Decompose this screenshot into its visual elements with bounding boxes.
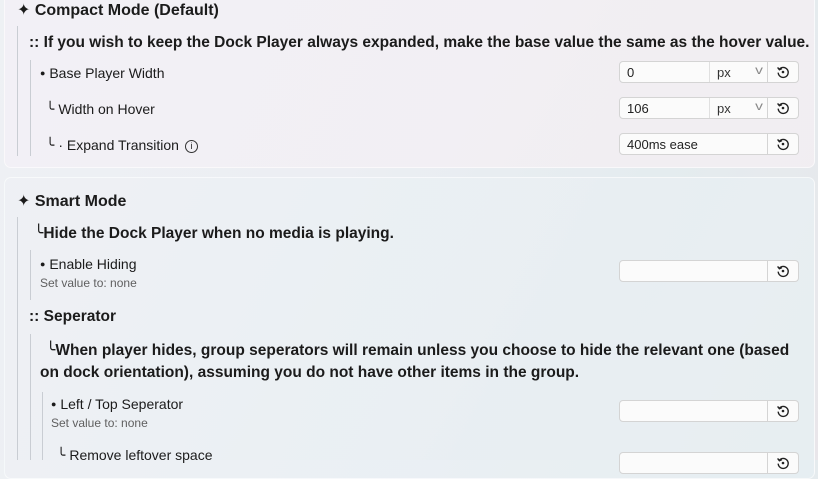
width-on-hover-input[interactable]: 106 px v — [619, 97, 768, 119]
enable-hiding-hint: Set value to: none — [40, 276, 137, 290]
expand-transition-input[interactable]: 400ms ease — [619, 133, 768, 155]
base-player-width-label: ● Base Player Width — [40, 65, 165, 81]
chevron-down-icon: v — [755, 99, 763, 113]
enable-hiding-input[interactable] — [619, 260, 768, 282]
tree-line — [42, 392, 43, 460]
info-icon[interactable]: i — [184, 140, 198, 153]
left-top-separator-input[interactable] — [619, 400, 768, 422]
chevron-down-icon: v — [755, 63, 763, 77]
left-top-separator-hint: Set value to: none — [51, 416, 148, 430]
reset-icon — [777, 102, 789, 115]
smart-mode-card — [4, 177, 815, 479]
reset-button[interactable] — [768, 61, 799, 83]
tree-line — [30, 334, 31, 460]
expand-transition-label: ╰ · Expand Transition i — [46, 137, 198, 154]
reset-icon — [777, 405, 789, 418]
tree-line — [17, 26, 18, 156]
remove-leftover-space-label: ╰ Remove leftover space — [57, 447, 213, 463]
reset-button[interactable] — [768, 133, 799, 155]
reset-icon — [777, 138, 789, 151]
separator-title: :: Seperator — [29, 308, 117, 325]
hide-note: ╰Hide the Dock Player when no media is p… — [34, 225, 394, 242]
reset-button[interactable] — [768, 400, 799, 422]
enable-hiding-label: ● Enable Hiding — [40, 256, 137, 272]
unit-select[interactable]: px v — [709, 98, 768, 118]
reset-button[interactable] — [768, 260, 799, 282]
base-player-width-input[interactable]: 0 px v — [619, 61, 768, 83]
separator-note: ╰When player hides, group seperators wil… — [40, 342, 790, 381]
width-on-hover-label: ╰ Width on Hover — [46, 101, 155, 117]
reset-button[interactable] — [768, 97, 799, 119]
reset-icon — [777, 66, 789, 79]
reset-icon — [777, 457, 789, 470]
unit-select[interactable]: px v — [709, 62, 768, 82]
compact-note: :: If you wish to keep the Dock Player a… — [29, 34, 810, 51]
left-top-separator-label: ● Left / Top Seperator — [51, 396, 184, 412]
smart-mode-title: ✦ Smart Mode — [17, 193, 127, 210]
remove-leftover-space-input[interactable] — [619, 452, 768, 474]
reset-button[interactable] — [768, 452, 799, 474]
tree-line — [17, 217, 18, 460]
compact-mode-title: ✦ Compact Mode (Default) — [17, 2, 219, 19]
reset-icon — [777, 265, 789, 278]
tree-line — [30, 250, 31, 300]
tree-line — [30, 60, 31, 156]
